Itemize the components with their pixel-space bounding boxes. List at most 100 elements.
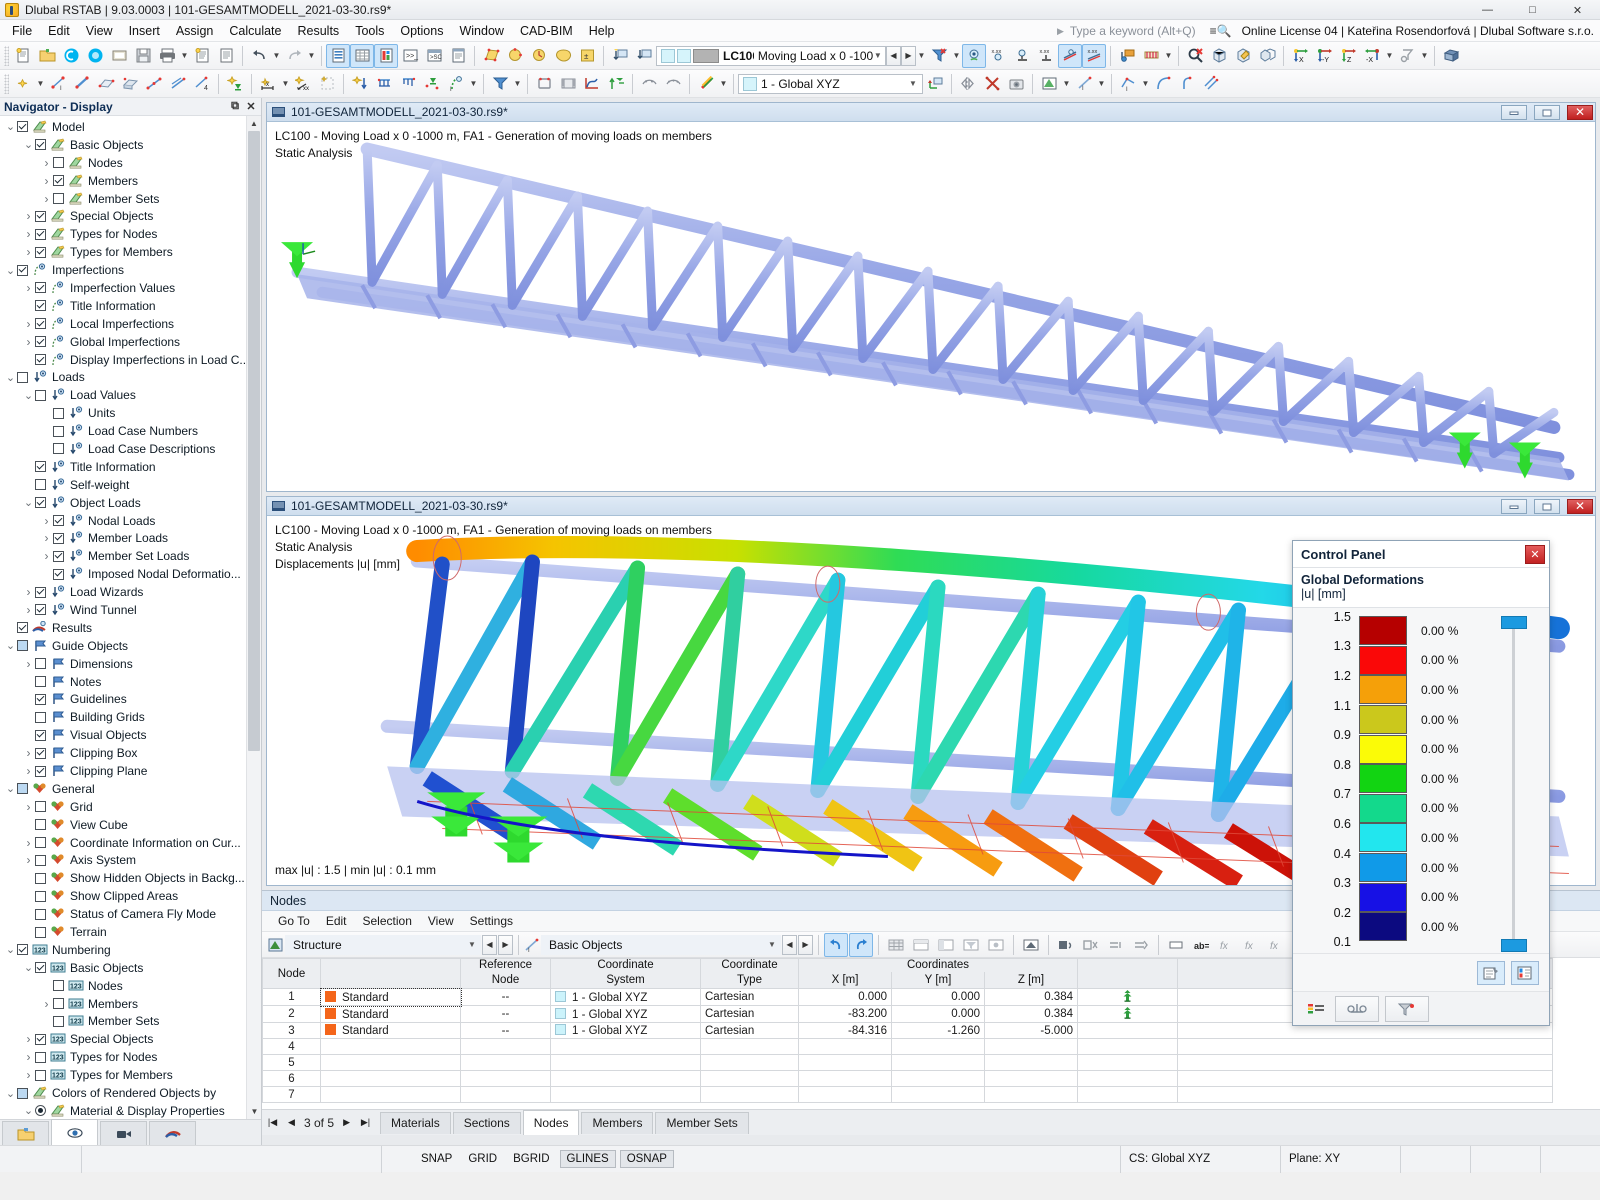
table-structure-prev[interactable]: ◀ bbox=[482, 935, 497, 955]
row-number[interactable]: 4 bbox=[263, 1039, 321, 1055]
table-menu-go-to[interactable]: Go To bbox=[270, 912, 318, 930]
navigator-item-basic-objects[interactable]: ⌄123Basic Objects bbox=[0, 959, 245, 977]
navigator-checkbox[interactable] bbox=[35, 658, 46, 669]
camera-mode-button[interactable] bbox=[1395, 44, 1419, 68]
cell-coordinate-type[interactable]: Cartesian bbox=[701, 989, 799, 1006]
navigator-undock-button[interactable]: ⧉ bbox=[227, 99, 243, 115]
navigator-radio[interactable] bbox=[35, 1105, 46, 1116]
navigator-checkbox[interactable] bbox=[35, 891, 46, 902]
cell-z[interactable] bbox=[985, 1039, 1078, 1055]
chevron-right-icon[interactable]: › bbox=[22, 657, 35, 671]
line-tool-dropdown-icon[interactable]: ▼ bbox=[1096, 72, 1107, 96]
chevron-right-icon[interactable]: › bbox=[22, 209, 35, 223]
navigator-item-guide-objects[interactable]: ⌄Guide Objects bbox=[0, 637, 245, 655]
table-tab-members[interactable]: Members bbox=[581, 1112, 653, 1134]
navigator-item-local-imperfections[interactable]: ›Local Imperfections bbox=[0, 315, 245, 333]
table-formula-1-button[interactable]: fx bbox=[1214, 933, 1238, 957]
navigator-item-load-wizards[interactable]: ›Load Wizards bbox=[0, 583, 245, 601]
navigator-checkbox[interactable] bbox=[53, 998, 64, 1009]
chevron-right-icon[interactable]: › bbox=[22, 764, 35, 778]
snap-button-glines[interactable]: GLINES bbox=[560, 1150, 616, 1168]
viewport-1-maximize[interactable] bbox=[1534, 105, 1560, 120]
cell-y[interactable] bbox=[892, 1039, 985, 1055]
cell-spacer[interactable] bbox=[1178, 1071, 1553, 1087]
cell-z[interactable]: -5.000 bbox=[985, 1023, 1078, 1039]
cell-node-type[interactable]: Standard bbox=[321, 989, 461, 1006]
cell-z[interactable] bbox=[985, 1087, 1078, 1103]
color-scale-slider-top-handle[interactable] bbox=[1501, 616, 1527, 629]
navigator-checkbox[interactable] bbox=[35, 604, 46, 615]
navigator-checkbox[interactable] bbox=[35, 819, 46, 830]
select-box-button[interactable]: ± bbox=[575, 44, 599, 68]
chevron-right-icon[interactable]: › bbox=[22, 853, 35, 867]
result-sections-button[interactable] bbox=[1139, 44, 1163, 68]
chevron-right-icon[interactable]: › bbox=[40, 156, 53, 170]
table-grid-view-button[interactable] bbox=[884, 933, 908, 957]
chevron-right-icon[interactable]: › bbox=[22, 800, 35, 814]
menu-item-calculate[interactable]: Calculate bbox=[221, 21, 289, 41]
cell-spacer[interactable] bbox=[1178, 1087, 1553, 1103]
navigator-checkbox[interactable] bbox=[35, 479, 46, 490]
hide-objects-button[interactable] bbox=[488, 72, 512, 96]
navigator-checkbox[interactable] bbox=[35, 390, 46, 401]
navigator-item-member-sets[interactable]: ›Member Sets bbox=[0, 190, 245, 208]
cell-coordinate-system[interactable]: 1 - Global XYZ bbox=[551, 1023, 701, 1039]
navigator-checkbox[interactable] bbox=[35, 909, 46, 920]
cell-coordinate-system[interactable] bbox=[551, 1039, 701, 1055]
cell-options[interactable] bbox=[1078, 989, 1178, 1006]
navigator-item-self-weight[interactable]: Self-weight bbox=[0, 476, 245, 494]
table-move-down-button[interactable] bbox=[1129, 933, 1153, 957]
navigator-item-notes[interactable]: Notes bbox=[0, 673, 245, 691]
table-delete-button[interactable] bbox=[1019, 933, 1043, 957]
cell-node-type[interactable] bbox=[321, 1039, 461, 1055]
chevron-right-icon[interactable]: › bbox=[22, 1032, 35, 1046]
printout-report-button[interactable] bbox=[190, 44, 214, 68]
cell-x[interactable] bbox=[799, 1087, 892, 1103]
cell-node-type[interactable] bbox=[321, 1071, 461, 1087]
cell-coordinate-system[interactable] bbox=[551, 1071, 701, 1087]
navigator-checkbox[interactable] bbox=[35, 282, 46, 293]
imposed-deformation-button[interactable] bbox=[420, 72, 444, 96]
navigator-item-member-loads[interactable]: ›Member Loads bbox=[0, 529, 245, 547]
polyline-tool-button[interactable]: I bbox=[1116, 72, 1140, 96]
chevron-right-icon[interactable]: › bbox=[22, 227, 35, 241]
cell-coordinate-type[interactable] bbox=[701, 1071, 799, 1087]
menu-item-assign[interactable]: Assign bbox=[168, 21, 222, 41]
navigator-item-types-for-nodes[interactable]: ›Types for Nodes bbox=[0, 225, 245, 243]
select-lasso-button[interactable] bbox=[551, 44, 575, 68]
cell-node-type[interactable] bbox=[321, 1087, 461, 1103]
navigator-item-show-clipped-areas[interactable]: Show Clipped Areas bbox=[0, 887, 245, 905]
navigator-checkbox[interactable] bbox=[35, 694, 46, 705]
table-settings-button[interactable] bbox=[984, 933, 1008, 957]
chevron-down-icon[interactable]: ⌄ bbox=[22, 496, 35, 509]
cell-reference-node[interactable] bbox=[461, 1039, 551, 1055]
imperfection-button[interactable]: I bbox=[444, 72, 468, 96]
navigator-item-dimensions[interactable]: ›Dimensions bbox=[0, 655, 245, 673]
cell-coordinate-type[interactable]: Cartesian bbox=[701, 1006, 799, 1023]
new-node-button[interactable] bbox=[11, 72, 35, 96]
table-export-dropdown-icon[interactable]: ▼ bbox=[1061, 72, 1072, 96]
cell-reference-node[interactable] bbox=[461, 1087, 551, 1103]
table-insert-row-button[interactable] bbox=[1054, 933, 1078, 957]
menu-item-tools[interactable]: Tools bbox=[347, 21, 392, 41]
search-expand-icon[interactable]: ▶ bbox=[1057, 26, 1064, 37]
new-surface-set-button[interactable] bbox=[166, 72, 190, 96]
document-button[interactable] bbox=[214, 44, 238, 68]
cell-node-type[interactable] bbox=[321, 1055, 461, 1071]
chevron-right-icon[interactable]: › bbox=[22, 603, 35, 617]
zoom-reset-button[interactable] bbox=[1183, 44, 1207, 68]
delete-selection-button[interactable] bbox=[980, 72, 1004, 96]
navigator-item-title-information[interactable]: Title Information bbox=[0, 297, 245, 315]
script-button[interactable]: >SC bbox=[422, 44, 446, 68]
row-number[interactable]: 6 bbox=[263, 1071, 321, 1087]
scroll-down-arrow[interactable]: ▼ bbox=[247, 1104, 261, 1119]
chevron-down-icon[interactable]: ▼ bbox=[906, 79, 920, 88]
navigator-checkbox[interactable] bbox=[35, 587, 46, 598]
navigator-checkbox[interactable] bbox=[35, 461, 46, 472]
cell-reference-node[interactable]: -- bbox=[461, 1023, 551, 1039]
close-button[interactable]: ✕ bbox=[1555, 0, 1600, 20]
new-solid-button[interactable] bbox=[118, 72, 142, 96]
console-button[interactable]: >>_ bbox=[398, 44, 422, 68]
navigator-item-numbering[interactable]: ⌄123Numbering bbox=[0, 941, 245, 959]
row-number[interactable]: 2 bbox=[263, 1006, 321, 1023]
